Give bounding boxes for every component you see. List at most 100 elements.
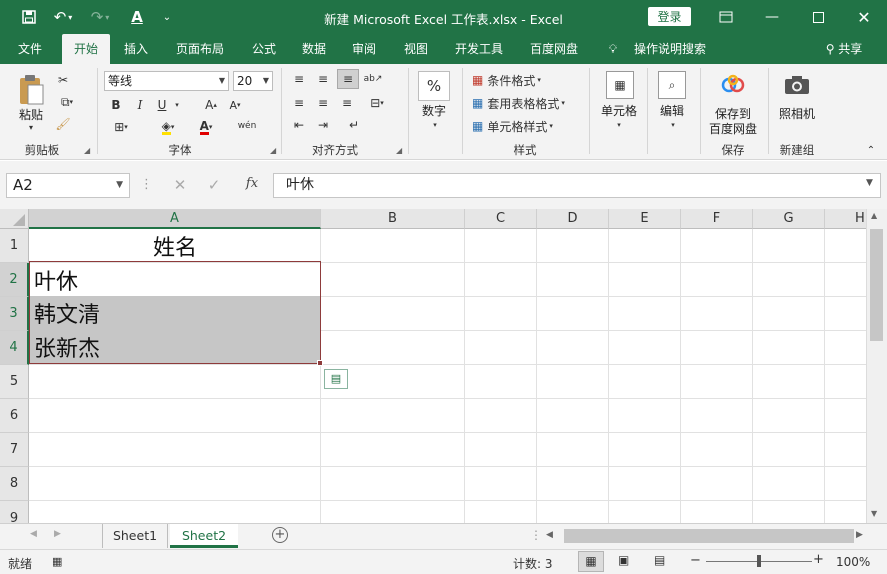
tab-insert[interactable]: 插入: [116, 34, 156, 64]
tab-page-layout[interactable]: 页面布局: [168, 34, 232, 64]
column-header-c[interactable]: C: [465, 209, 537, 229]
tab-split-handle[interactable]: ⋮: [530, 528, 542, 542]
tab-home[interactable]: 开始: [62, 34, 110, 64]
formula-input[interactable]: 叶休: [273, 173, 881, 198]
zoom-slider-thumb[interactable]: [757, 555, 761, 567]
copy-icon[interactable]: ⧉ ▾: [54, 94, 80, 110]
next-sheet-icon[interactable]: ▶: [54, 529, 61, 539]
tab-view[interactable]: 视图: [396, 34, 436, 64]
find-icon[interactable]: ⌕: [658, 71, 686, 99]
merge-center-icon[interactable]: ⊟ ▾: [364, 94, 390, 112]
underline-dropdown-icon[interactable]: ▾: [172, 98, 182, 112]
scroll-down-icon[interactable]: ▼: [871, 509, 877, 518]
column-header-g[interactable]: G: [753, 209, 825, 229]
zoom-in-icon[interactable]: +: [813, 552, 824, 567]
align-right-icon[interactable]: ≡: [338, 96, 356, 110]
row-header-3[interactable]: 3: [0, 297, 29, 331]
add-sheet-icon[interactable]: +: [272, 527, 288, 543]
phonetic-guide-icon[interactable]: wén: [234, 116, 260, 136]
save-to-baidu-button[interactable]: 保存到 百度网盘: [704, 107, 762, 137]
vertical-scroll-thumb[interactable]: [870, 229, 883, 341]
normal-view-icon[interactable]: ▦: [578, 551, 604, 572]
paste-button[interactable]: 粘贴: [12, 108, 50, 123]
horizontal-scroll-thumb[interactable]: [564, 529, 854, 543]
italic-button[interactable]: I: [132, 96, 148, 114]
cell-styles-button[interactable]: ▦ 单元格样式 ▾: [472, 117, 566, 135]
cells-button[interactable]: 单元格: [596, 104, 642, 119]
minimize-icon[interactable]: —: [749, 0, 795, 34]
column-header-f[interactable]: F: [681, 209, 753, 229]
camera-button[interactable]: 照相机: [774, 107, 820, 122]
align-left-icon[interactable]: ≡: [290, 96, 308, 110]
conditional-formatting-button[interactable]: ▦ 条件格式 ▾: [472, 71, 562, 89]
zoom-out-icon[interactable]: −: [690, 553, 701, 568]
vertical-scrollbar[interactable]: ▲ ▼: [866, 209, 887, 523]
worksheet-grid[interactable]: A B C D E F G H 1 2 3 4 5 6 7 8 9 姓名 叶休 …: [0, 209, 866, 523]
chevron-down-icon[interactable]: ▾: [428, 120, 442, 130]
tab-file[interactable]: 文件: [8, 34, 52, 64]
number-format-button[interactable]: 数字: [414, 104, 454, 119]
column-header-h[interactable]: H: [825, 209, 866, 229]
row-header-2[interactable]: 2: [0, 263, 29, 297]
ribbon-display-icon[interactable]: [703, 0, 749, 34]
row-header-1[interactable]: 1: [0, 229, 29, 263]
maximize-icon[interactable]: [795, 0, 841, 34]
font-color-icon[interactable]: A ▾: [192, 118, 220, 136]
scroll-right-icon[interactable]: ▶: [856, 530, 863, 540]
login-button[interactable]: 登录: [648, 7, 691, 26]
wrap-text-icon[interactable]: ↵: [344, 118, 364, 132]
column-header-b[interactable]: B: [321, 209, 465, 229]
redo-icon[interactable]: ↷ ▾: [85, 7, 115, 27]
row-header-5[interactable]: 5: [0, 365, 29, 399]
alignment-launcher-icon[interactable]: ◢: [396, 146, 402, 155]
row-header-7[interactable]: 7: [0, 433, 29, 467]
cells-icon[interactable]: ▦: [606, 71, 634, 99]
tab-formulas[interactable]: 公式: [244, 34, 284, 64]
tell-me-search[interactable]: 操作说明搜索: [628, 34, 712, 64]
bold-button[interactable]: B: [108, 96, 124, 114]
fill-color-icon[interactable]: ◈ ▾: [152, 118, 184, 136]
customize-qat-icon[interactable]: ⌄: [156, 7, 178, 27]
zoom-level[interactable]: 100%: [836, 555, 870, 569]
chevron-down-icon[interactable]: ▾: [666, 120, 680, 130]
quick-analysis-icon[interactable]: ▤: [324, 369, 348, 389]
sheet-tab-sheet2[interactable]: Sheet2: [170, 524, 238, 548]
tab-developer[interactable]: 开发工具: [448, 34, 510, 64]
borders-icon[interactable]: ⊞ ▾: [106, 118, 136, 136]
scroll-up-icon[interactable]: ▲: [871, 211, 877, 220]
orientation-icon[interactable]: ab↗: [364, 70, 383, 88]
row-header-4[interactable]: 4: [0, 331, 29, 365]
column-header-a[interactable]: A: [29, 209, 321, 229]
collapse-ribbon-icon[interactable]: ⌃: [864, 144, 878, 156]
align-bottom-icon[interactable]: ≡: [337, 69, 359, 89]
tab-review[interactable]: 审阅: [344, 34, 384, 64]
column-header-e[interactable]: E: [609, 209, 681, 229]
font-size-combo[interactable]: 20 ▼: [233, 71, 273, 91]
save-icon[interactable]: [18, 7, 40, 27]
lightbulb-icon[interactable]: 💡︎: [604, 34, 622, 64]
clipboard-launcher-icon[interactable]: ◢: [84, 146, 90, 155]
cell-a1[interactable]: 姓名: [30, 229, 320, 263]
macro-record-icon[interactable]: ▦: [52, 555, 62, 568]
align-top-icon[interactable]: ≡: [290, 72, 308, 86]
percent-icon[interactable]: %: [418, 71, 450, 101]
cut-icon[interactable]: ✂: [54, 72, 72, 88]
scroll-left-icon[interactable]: ◀: [546, 530, 553, 540]
share-button[interactable]: ⚲ 共享: [814, 34, 874, 64]
row-header-8[interactable]: 8: [0, 467, 29, 501]
font-name-combo[interactable]: 等线 ▼: [104, 71, 229, 91]
grow-font-icon[interactable]: A ▴: [202, 96, 220, 114]
enter-icon[interactable]: ✓: [204, 176, 224, 194]
camera-icon[interactable]: [782, 73, 812, 97]
format-painter-icon[interactable]: 🖌︎: [54, 116, 72, 132]
page-layout-view-icon[interactable]: ▣: [618, 553, 629, 567]
paste-dropdown-icon[interactable]: ▾: [24, 122, 38, 132]
increase-indent-icon[interactable]: ⇥: [314, 118, 332, 132]
format-as-table-button[interactable]: ▦ 套用表格格式 ▾: [472, 94, 574, 112]
font-color-quick-icon[interactable]: A: [126, 7, 148, 27]
underline-button[interactable]: U: [154, 96, 170, 114]
row-header-6[interactable]: 6: [0, 399, 29, 433]
align-center-icon[interactable]: ≡: [314, 96, 332, 110]
row-header-9[interactable]: 9: [0, 501, 29, 523]
close-icon[interactable]: ✕: [841, 0, 887, 34]
